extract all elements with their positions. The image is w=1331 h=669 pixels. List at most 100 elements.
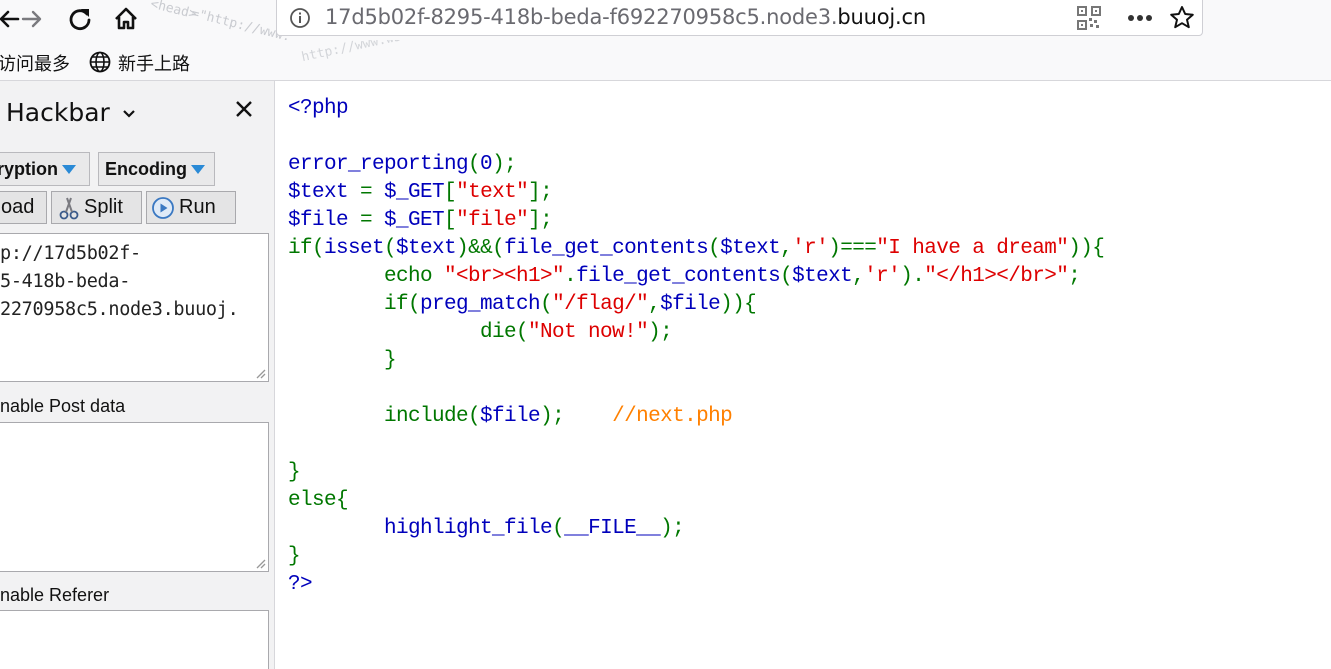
- dropdown-arrow-icon: [191, 164, 205, 174]
- code-token: "text": [456, 181, 529, 204]
- code-token: );: [492, 153, 517, 176]
- url-text[interactable]: 17d5b02f-8295-418b-beda-f692270958c5.nod…: [325, 5, 926, 29]
- code-token: ,: [780, 237, 793, 260]
- code-line: <?php: [288, 95, 1104, 123]
- run-button[interactable]: Run: [146, 191, 236, 224]
- code-token: "/flag/": [552, 293, 649, 316]
- load-label: oad: [1, 196, 35, 218]
- code-token: =: [360, 209, 385, 232]
- code-token: echo: [288, 265, 445, 288]
- code-token: $file: [660, 293, 721, 316]
- url-path: 17d5b02f-8295-418b-beda-f692270958c5.nod…: [325, 5, 838, 29]
- code-token: =: [360, 181, 385, 204]
- code-token: isset: [324, 237, 385, 260]
- code-token: include(: [288, 405, 481, 428]
- scissors-icon: [59, 197, 79, 219]
- post-data-textarea[interactable]: [0, 422, 269, 572]
- split-url-button[interactable]: Split: [51, 191, 142, 224]
- php-source-code: <?php error_reporting(0); $text = $_GET["t…: [288, 95, 1105, 599]
- browser-toolbar: <head> ="http://www. 17d5b02f-8295-418b-…: [0, 0, 1331, 40]
- code-line: if(isset($text)&&(file_get_contents($tex…: [288, 235, 1105, 263]
- code-token: .: [564, 265, 577, 288]
- code-token: if(: [288, 293, 421, 316]
- code-token: ?>: [288, 573, 313, 596]
- code-token: }: [288, 349, 397, 372]
- bookmark-getting-started-icon-wrap[interactable]: [89, 51, 111, 78]
- url-textarea[interactable]: p://17d5b02f- 5-418b-beda- 2270958c5.nod…: [0, 233, 269, 382]
- forward-button[interactable]: [15, 4, 49, 34]
- bookmark-button[interactable]: [1168, 4, 1196, 32]
- resize-grip-icon[interactable]: [254, 557, 266, 569]
- home-icon: [115, 7, 137, 30]
- home-button[interactable]: [109, 4, 143, 34]
- code-line: error_reporting(0);: [288, 151, 1104, 179]
- code-token: error_reporting: [288, 153, 469, 176]
- code-token: ).: [900, 265, 925, 288]
- close-icon: [236, 101, 252, 117]
- code-token: $file: [288, 209, 361, 232]
- code-token: __FILE__: [564, 517, 661, 540]
- code-token: [: [444, 181, 457, 204]
- code-token: );: [660, 517, 685, 540]
- close-sidebar-button[interactable]: [232, 97, 256, 121]
- reload-button[interactable]: [63, 4, 97, 34]
- code-token: "Not now!": [528, 321, 649, 344]
- code-token: $text: [396, 237, 457, 260]
- code-token: $text: [792, 265, 853, 288]
- hackbar-title-menu[interactable]: Hackbar: [6, 98, 136, 127]
- reload-icon: [69, 9, 91, 31]
- code-token: ];: [528, 181, 553, 204]
- encryption-label: ryption: [0, 158, 58, 179]
- code-line: include($file); //next.php: [288, 403, 1104, 431]
- bookmark-getting-started[interactable]: 新手上路: [118, 50, 190, 76]
- code-line: $text = $_GET["text"];: [288, 179, 1104, 207]
- bookmark-most-visited[interactable]: 访问最多: [0, 50, 70, 76]
- code-token: 'r': [792, 237, 829, 260]
- code-line: $file = $_GET["file"];: [288, 207, 1104, 235]
- code-token: [: [444, 209, 457, 232]
- code-token: $_GET: [384, 181, 445, 204]
- chevron-down-icon: [122, 110, 135, 118]
- enable-referer-label[interactable]: nable Referer: [0, 585, 109, 606]
- encryption-dropdown[interactable]: ryption: [0, 152, 90, 186]
- qr-code-icon[interactable]: [1077, 6, 1101, 30]
- code-token: ,: [648, 293, 661, 316]
- resize-grip-icon[interactable]: [254, 367, 266, 379]
- code-line: }: [288, 459, 1104, 487]
- code-token: highlight_file: [384, 517, 553, 540]
- code-token: )&&(: [456, 237, 505, 260]
- code-token: "<br><h1>": [444, 265, 565, 288]
- code-line: die("Not now!");: [288, 319, 1104, 347]
- code-token: else{: [288, 489, 349, 512]
- split-label: Split: [84, 196, 123, 218]
- code-token: (: [468, 153, 481, 176]
- code-token: ;: [1068, 265, 1081, 288]
- info-icon[interactable]: [289, 7, 311, 29]
- toolbar-theme-decoration: http://www.w3.org/19: [300, 40, 457, 66]
- page-actions-button[interactable]: [1124, 4, 1156, 32]
- url-textarea-value: p://17d5b02f- 5-418b-beda- 2270958c5.nod…: [0, 243, 239, 320]
- code-token: (: [540, 293, 553, 316]
- code-token: (: [708, 237, 721, 260]
- code-token: (: [384, 237, 397, 260]
- code-line: else{: [288, 487, 1104, 515]
- load-url-button[interactable]: oad: [0, 191, 47, 224]
- encoding-dropdown[interactable]: Encoding: [98, 152, 215, 186]
- more-dots-icon: [1128, 15, 1152, 21]
- dropdown-arrow-icon: [62, 164, 76, 174]
- code-token: $_GET: [384, 209, 445, 232]
- code-token: if(: [288, 237, 325, 260]
- code-token: }: [288, 461, 301, 484]
- address-bar[interactable]: 17d5b02f-8295-418b-beda-f692270958c5.nod…: [276, 0, 1203, 36]
- code-line: highlight_file(__FILE__);: [288, 515, 1104, 543]
- play-icon: [152, 196, 174, 219]
- code-token: //next.php: [612, 405, 733, 428]
- code-token: (: [780, 265, 793, 288]
- code-line: }: [288, 543, 1104, 571]
- code-token: 0: [480, 153, 493, 176]
- enable-post-data-label[interactable]: nable Post data: [0, 396, 125, 417]
- code-token: )){: [720, 293, 757, 316]
- referer-textarea[interactable]: [0, 610, 269, 669]
